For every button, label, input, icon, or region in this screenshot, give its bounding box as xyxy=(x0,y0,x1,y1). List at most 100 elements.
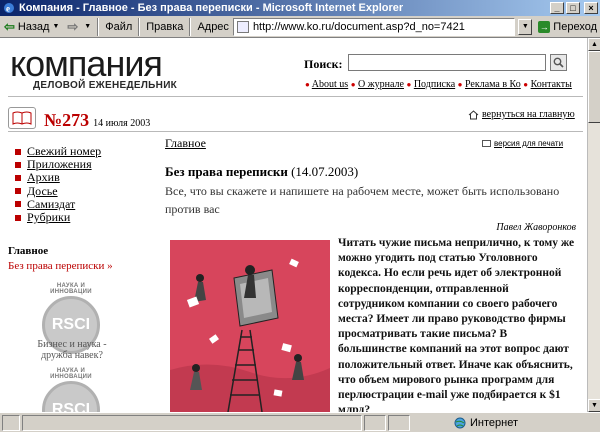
minimize-button[interactable]: _ xyxy=(550,2,564,14)
section-link[interactable]: Главное xyxy=(165,136,206,151)
bullet-square-icon xyxy=(15,188,21,195)
status-zone-label: Интернет xyxy=(470,416,518,429)
menu-file[interactable]: Файл xyxy=(101,17,136,37)
bullet-square-icon xyxy=(15,201,21,208)
site-tagline: ДЕЛОВОЙ ЕЖЕНЕДЕЛЬНИК xyxy=(33,80,178,91)
printer-icon xyxy=(482,140,491,147)
back-arrow-icon: ⇦ xyxy=(4,18,15,34)
svg-text:e: e xyxy=(6,4,10,14)
breadcrumb-heading: Главное xyxy=(8,245,49,257)
badge-label: НАУКА И ИННОВАЦИИ xyxy=(50,283,92,295)
toolbar-divider xyxy=(97,17,100,36)
go-button[interactable]: → Переход xyxy=(535,20,600,33)
article-author: Павел Жаворонков xyxy=(496,222,576,233)
scroll-down-button[interactable]: ▼ xyxy=(588,399,600,412)
issue-divider xyxy=(8,131,583,132)
scrollbar-thumb[interactable] xyxy=(588,51,600,123)
article-title: Без права переписки (14.07.2003) xyxy=(165,164,358,180)
bullet-icon: ● xyxy=(406,80,412,89)
status-panel xyxy=(388,414,410,431)
open-book-icon xyxy=(8,107,36,129)
top-link-subscribe[interactable]: Подписка xyxy=(414,79,455,90)
status-text-panel xyxy=(22,414,362,431)
page-viewport: компания ДЕЛОВОЙ ЕЖЕНЕДЕЛЬНИК Поиск: ● A… xyxy=(0,38,587,412)
back-label: Назад xyxy=(17,20,50,33)
top-link-contacts[interactable]: Контакты xyxy=(531,79,572,90)
bullet-square-icon xyxy=(15,214,21,221)
menu-edit[interactable]: Правка xyxy=(142,17,187,37)
back-to-main-label: вернуться на главную xyxy=(482,109,575,120)
address-dropdown-button[interactable]: ▼ xyxy=(518,18,533,35)
article-date: (14.07.2003) xyxy=(291,164,359,179)
chevron-down-icon: ▼ xyxy=(52,23,60,30)
article-title-text: Без права переписки xyxy=(165,164,288,179)
sidebar-nav: Свежий номер Приложения Архив Досье Сами… xyxy=(15,144,101,225)
top-links: ● About us ● О журнале ● Подписка ● Рекл… xyxy=(305,79,572,90)
issue-date: 14 июля 2003 xyxy=(93,118,151,129)
status-page-icon xyxy=(2,414,20,431)
go-arrow-icon: → xyxy=(538,20,551,33)
go-label: Переход xyxy=(553,20,597,33)
menu-file-label: Файл xyxy=(105,20,133,33)
sidebar-item-dossier[interactable]: Досье xyxy=(15,184,101,198)
vertical-scrollbar[interactable]: ▲ ▼ xyxy=(587,38,600,412)
ie-logo-icon: e xyxy=(2,1,16,15)
search-icon xyxy=(553,57,564,68)
globe-icon xyxy=(454,417,466,428)
issue-info: №273 14 июля 2003 xyxy=(8,107,150,129)
status-bar: Интернет xyxy=(0,412,600,432)
bullet-icon: ● xyxy=(305,80,310,89)
toolbar-divider xyxy=(138,17,141,36)
article-illustration xyxy=(170,240,330,412)
forward-arrow-icon: ⇨ xyxy=(67,18,79,34)
article-body: Читать чужие письма неприлично, к тому ж… xyxy=(338,237,575,412)
sidebar-item-appendix[interactable]: Приложения xyxy=(15,157,101,171)
top-link-ads[interactable]: Реклама в Ко xyxy=(465,79,521,90)
status-zone: Интернет xyxy=(450,417,600,429)
header-divider xyxy=(8,96,583,97)
menu-edit-label: Правка xyxy=(146,20,184,33)
sidebar-item-fresh[interactable]: Свежий номер xyxy=(15,144,101,158)
close-button[interactable]: × xyxy=(584,2,598,14)
bullet-square-icon xyxy=(15,148,21,155)
site-logo[interactable]: компания xyxy=(10,46,163,82)
issue-number[interactable]: №273 xyxy=(44,111,89,129)
search-input[interactable] xyxy=(348,54,546,71)
print-version-label: версия для печати xyxy=(494,139,564,148)
article-lead: Все, что вы скажете и напишете на рабоче… xyxy=(165,184,560,216)
badge-caption[interactable]: Бизнес и наука - дружба навек? xyxy=(32,339,112,361)
search-label: Поиск: xyxy=(304,57,343,71)
address-field[interactable]: http://www.ko.ru/document.asp?d_no=7421 xyxy=(232,17,516,36)
rsci-logo-icon: RSCI xyxy=(42,381,100,412)
address-label: Адрес xyxy=(197,20,229,33)
top-link-about[interactable]: About us xyxy=(312,79,348,90)
sidebar-item-label: Рубрики xyxy=(27,210,71,225)
badge-label: НАУКА И ИННОВАЦИИ xyxy=(50,368,92,380)
top-link-journal[interactable]: О журнале xyxy=(358,79,404,90)
bullet-square-icon xyxy=(15,174,21,181)
status-panel xyxy=(364,414,386,431)
print-version-link[interactable]: версия для печати xyxy=(482,139,563,148)
sidebar-item-rubrics[interactable]: Рубрики xyxy=(15,210,101,225)
address-url: http://www.ko.ru/document.asp?d_no=7421 xyxy=(252,20,465,33)
maximize-button[interactable]: □ xyxy=(566,2,580,14)
rsci-badge-2[interactable]: НАУКА И ИННОВАЦИИ RSCI xyxy=(40,368,102,412)
window-title: Компания - Главное - Без права переписки… xyxy=(19,2,404,14)
bullet-square-icon xyxy=(15,161,21,168)
bullet-icon: ● xyxy=(350,80,356,89)
scroll-up-button[interactable]: ▲ xyxy=(588,38,600,51)
sidebar-item-archive[interactable]: Архив xyxy=(15,170,101,184)
back-button[interactable]: ⇦ Назад ▼ xyxy=(0,17,63,37)
breadcrumb-current[interactable]: Без права переписки » xyxy=(8,260,113,272)
toolbar-divider xyxy=(189,17,192,36)
chevron-down-icon: ▼ xyxy=(84,23,92,30)
sidebar-item-samizdat[interactable]: Самиздат xyxy=(15,197,101,211)
bullet-icon: ● xyxy=(457,80,463,89)
home-icon xyxy=(468,109,479,119)
page-icon xyxy=(236,20,249,33)
back-to-main-link[interactable]: вернуться на главную xyxy=(468,109,575,120)
bullet-icon: ● xyxy=(523,80,529,89)
window-title-bar: e Компания - Главное - Без права перепис… xyxy=(0,0,600,16)
forward-button[interactable]: ⇨ ▼ xyxy=(63,17,95,37)
search-button[interactable] xyxy=(550,54,567,71)
